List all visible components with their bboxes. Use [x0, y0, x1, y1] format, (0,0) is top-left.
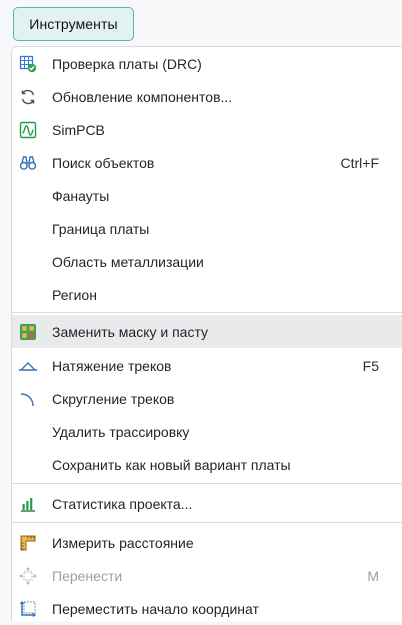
menu-item-label: Статистика проекта...: [52, 495, 193, 512]
menu-item-simpcb[interactable]: SimPCB: [12, 113, 402, 146]
menu-item-measure-distance[interactable]: Измерить расстояние: [12, 526, 402, 559]
shortcut-label: M: [367, 567, 379, 584]
refresh-icon: [18, 87, 38, 107]
menu-item-label: Перенести: [52, 567, 123, 584]
menu-item-label: Регион: [52, 286, 97, 303]
menu-item-label: Заменить маску и пасту: [52, 323, 209, 340]
menu-item-move[interactable]: Перенести M: [12, 559, 402, 592]
menu-separator: [12, 522, 402, 523]
menu-item-label: Удалить трассировку: [52, 423, 190, 440]
move-icon: [18, 566, 38, 586]
menu-item-replace-mask-paste[interactable]: Заменить маску и пасту: [12, 315, 402, 348]
menu-item-board-outline[interactable]: Граница платы >: [12, 212, 402, 245]
menu-item-track-rounding[interactable]: Скругление треков: [12, 382, 402, 415]
menu-item-update-components[interactable]: Обновление компонентов...: [12, 80, 402, 113]
menu-item-delete-routing[interactable]: Удалить трассировку: [12, 415, 402, 448]
menu-separator: [12, 312, 402, 313]
menu-item-label: Проверка платы (DRC): [52, 55, 202, 72]
menu-item-label: Поиск объектов: [52, 154, 155, 171]
menu-item-drc[interactable]: Проверка платы (DRC): [12, 47, 402, 80]
menu-separator: [12, 483, 402, 484]
menu-item-label: Обновление компонентов...: [52, 88, 233, 105]
menu-item-search-objects[interactable]: Поиск объектов Ctrl+F: [12, 146, 402, 179]
menu-item-label: Фанауты: [52, 187, 110, 204]
menu-item-label: Натяжение треков: [52, 357, 172, 374]
menu-item-label: Измерить расстояние: [52, 534, 194, 551]
menu-item-label: Переместить начало координат: [52, 600, 259, 617]
menu-item-track-tension[interactable]: Натяжение треков F5: [12, 349, 402, 382]
menu-item-project-statistics[interactable]: Статистика проекта...: [12, 487, 402, 520]
menu-item-save-board-variant[interactable]: Сохранить как новый вариант платы: [12, 448, 402, 481]
simpcb-icon: [18, 120, 38, 140]
menu-item-copper-pour[interactable]: Область металлизации >: [12, 245, 402, 278]
ruler-icon: [18, 533, 38, 553]
shortcut-label: F5: [362, 357, 379, 374]
menu-item-label: Область металлизации: [52, 253, 204, 270]
menu-item-label: Граница платы: [52, 220, 150, 237]
menu-item-label: SimPCB: [52, 121, 105, 138]
origin-icon: [18, 599, 38, 619]
menu-item-label: Скругление треков: [52, 390, 175, 407]
tools-dropdown-menu: Проверка платы (DRC) Обновление компонен…: [11, 46, 402, 621]
menu-item-fanouts[interactable]: Фанауты >: [12, 179, 402, 212]
menu-item-move-origin[interactable]: Переместить начало координат: [12, 592, 402, 625]
shortcut-label: Ctrl+F: [340, 154, 380, 171]
track-tension-icon: [18, 356, 38, 376]
tools-menu-button[interactable]: Инструменты: [13, 7, 134, 41]
drc-check-icon: [18, 54, 38, 74]
menu-item-label: Сохранить как новый вариант платы: [52, 456, 291, 473]
bar-chart-icon: [18, 494, 38, 514]
mask-paste-icon: [18, 322, 38, 342]
track-rounding-icon: [18, 389, 38, 409]
menu-item-region[interactable]: Регион >: [12, 278, 402, 311]
binoculars-icon: [18, 153, 38, 173]
